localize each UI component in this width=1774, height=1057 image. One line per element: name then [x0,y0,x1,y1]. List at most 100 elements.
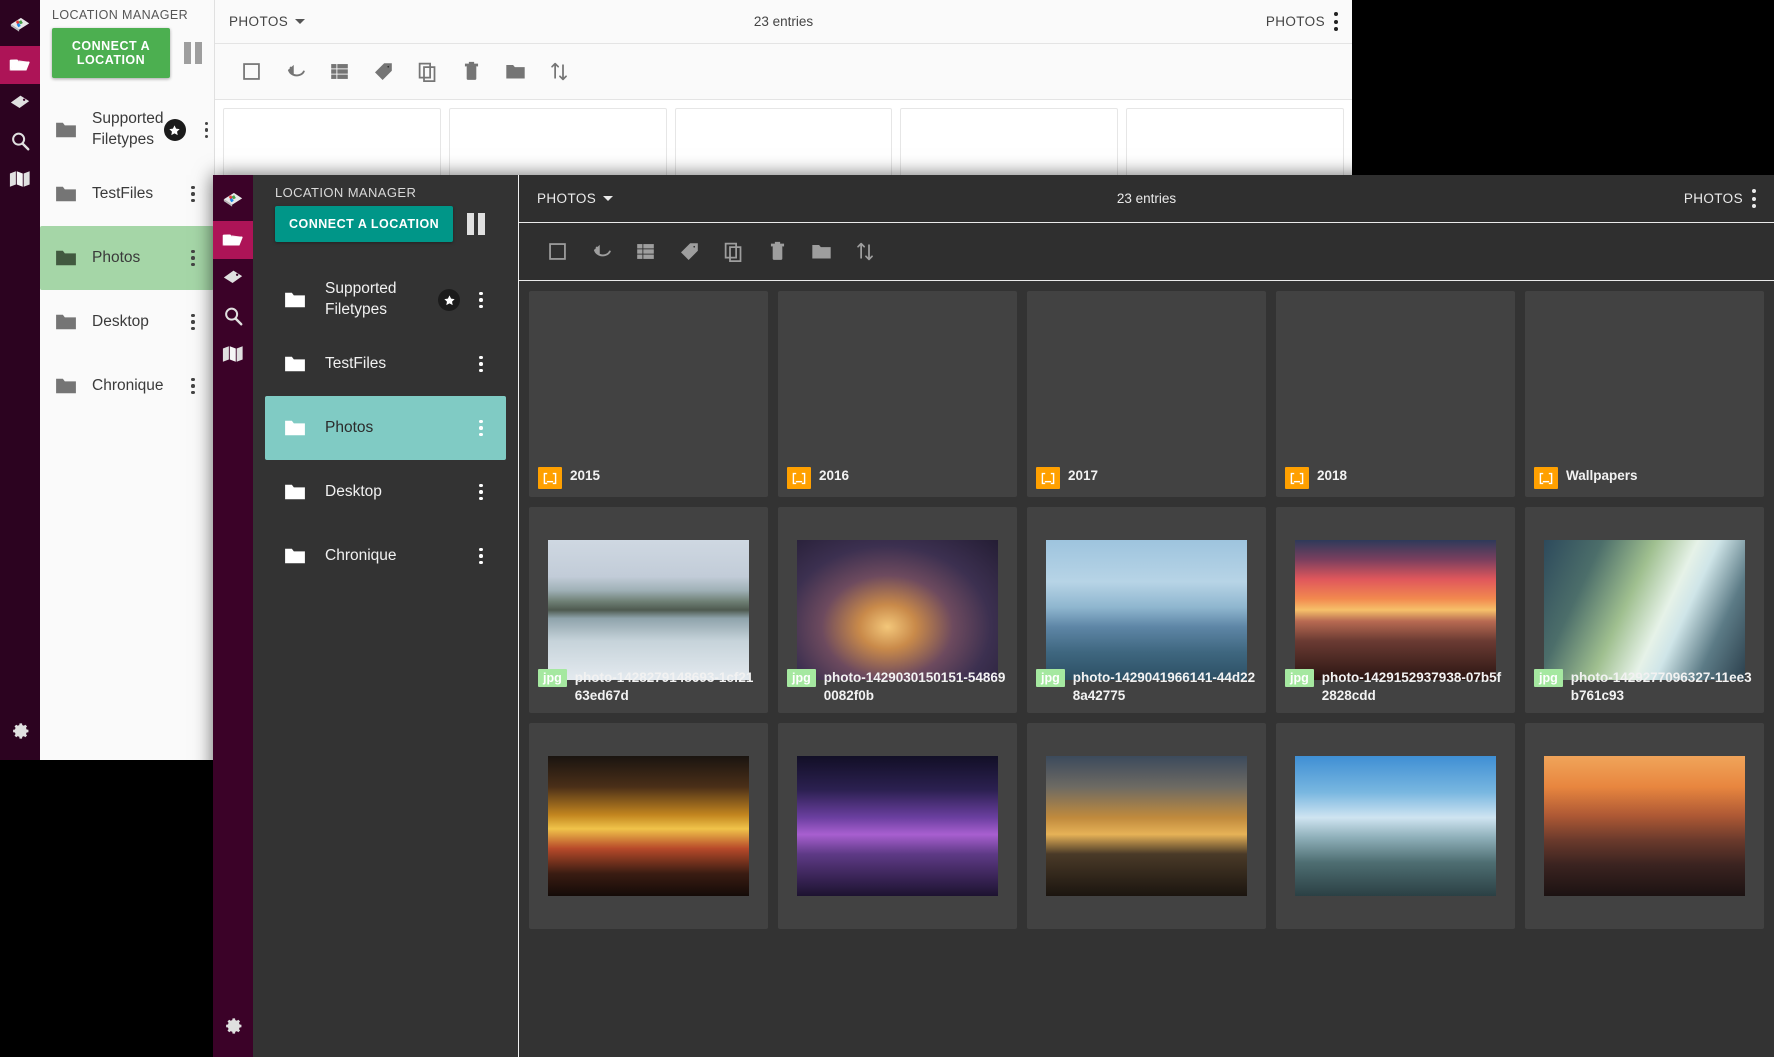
file-tile[interactable] [778,723,1017,929]
file-tile[interactable]: jpgphoto-1429030150151-548690082f0b [778,507,1017,713]
connect-a-location-button[interactable]: CONNECT A LOCATION [275,206,453,242]
rail-item-search[interactable] [213,297,253,335]
location-overflow-menu-icon[interactable] [470,548,492,565]
tile-label: jpgphoto-1429030150151-548690082f0b [778,661,1017,713]
thumbnail-preview [1295,540,1496,680]
folder-tile[interactable]: 2018 [1276,291,1515,497]
thumbnail-preview [548,756,749,896]
location-item-supported-filetypes[interactable]: Supported Filetypes [40,98,214,162]
overflow-menu-icon[interactable] [1752,189,1756,208]
location-overflow-menu-icon[interactable] [470,420,492,437]
location-item-supported-filetypes[interactable]: Supported Filetypes [265,268,506,332]
default-location-star-icon[interactable] [164,119,186,141]
new-folder-icon[interactable] [799,230,843,274]
app-logo-icon[interactable] [213,183,253,221]
folder-icon [40,185,92,203]
sort-icon[interactable] [843,230,887,274]
location-overflow-menu-icon[interactable] [470,484,492,501]
location-item-photos[interactable]: Photos [40,226,214,290]
location-item-label: Desktop [92,312,182,333]
browser-toolbar [519,223,1774,281]
rail-item-tags[interactable] [213,259,253,297]
tag-icon[interactable] [361,50,405,94]
gear-icon[interactable] [213,1005,253,1043]
undo-icon[interactable] [579,230,623,274]
location-overflow-menu-icon[interactable] [182,186,204,203]
rail-item-map[interactable] [213,335,253,373]
perspective-menu[interactable]: PHOTOS [1684,189,1756,208]
current-location-dropdown[interactable]: PHOTOS [537,191,613,206]
folder-icon [40,377,92,395]
perspective-menu[interactable]: PHOTOS [1266,12,1338,31]
location-item-desktop[interactable]: Desktop [265,460,506,524]
app-logo-icon[interactable] [0,8,40,46]
folder-tile[interactable]: 2016 [778,291,1017,497]
sort-icon[interactable] [537,50,581,94]
pause-icon[interactable] [184,42,202,64]
current-location-dropdown[interactable]: PHOTOS [229,14,305,29]
tile-name-label: photo-1429277096327-11ee3b761c93 [1571,669,1755,705]
folder-badge-icon [1285,467,1309,489]
copy-icon[interactable] [405,50,449,94]
rail-item-tags[interactable] [0,84,40,122]
location-manager-actions: CONNECT A LOCATION [253,206,518,258]
rail-item-locations[interactable] [213,221,253,259]
undo-icon[interactable] [273,50,317,94]
tile-name-label: 2017 [1068,467,1098,485]
file-tile[interactable]: jpgphoto-1429152937938-07b5f2828cdd [1276,507,1515,713]
file-tile[interactable] [1276,723,1515,929]
folder-tile[interactable]: Wallpapers [1525,291,1764,497]
location-overflow-menu-icon[interactable] [182,314,204,331]
location-item-chronique[interactable]: Chronique [265,524,506,588]
location-overflow-menu-icon[interactable] [470,356,492,373]
thumbnail-image [1525,723,1764,929]
location-item-photos[interactable]: Photos [265,396,506,460]
pause-icon[interactable] [467,213,485,235]
location-item-testfiles[interactable]: TestFiles [40,162,214,226]
folder-icon [265,419,325,437]
tile-name-label: photo-1429030150151-548690082f0b [824,669,1008,705]
file-tile[interactable]: jpgphoto-1428279148693-1cf2163ed67d [529,507,768,713]
location-overflow-menu-icon[interactable] [182,250,204,267]
delete-icon[interactable] [755,230,799,274]
folder-badge-icon [538,467,562,489]
location-list: Supported FiletypesTestFilesPhotos Deskto… [40,92,214,760]
file-tile[interactable] [1525,723,1764,929]
copy-icon[interactable] [711,230,755,274]
file-tile[interactable] [529,723,768,929]
list-view-icon[interactable] [623,230,667,274]
rail-item-locations[interactable] [0,46,40,84]
location-item-chronique[interactable]: Chronique [40,354,214,418]
list-view-icon[interactable] [317,50,361,94]
tag-icon[interactable] [667,230,711,274]
rail-item-search[interactable] [0,122,40,160]
default-location-star-icon[interactable] [438,289,460,311]
location-item-label: Desktop [325,482,470,503]
folder-tile[interactable]: 2017 [1027,291,1266,497]
nav-rail [0,0,40,760]
location-overflow-menu-icon[interactable] [196,122,214,139]
select-all-icon[interactable] [229,50,273,94]
filetype-badge: jpg [538,669,567,687]
folder-tile[interactable]: 2015 [529,291,768,497]
current-location-label: PHOTOS [229,14,288,29]
overflow-menu-icon[interactable] [1334,12,1338,31]
location-overflow-menu-icon[interactable] [182,378,204,395]
foreground-window-dark-theme[interactable]: LOCATION MANAGER CONNECT A LOCATION Supp… [213,175,1774,1057]
file-grid: 20152016 2017 2018Wallpapers jpgphoto-14282… [519,281,1774,1057]
select-all-icon[interactable] [535,230,579,274]
location-overflow-menu-icon[interactable] [470,292,492,309]
file-tile[interactable]: jpgphoto-1429277096327-11ee3b761c93 [1525,507,1764,713]
thumbnail-preview [1295,756,1496,896]
location-item-testfiles[interactable]: TestFiles [265,332,506,396]
gear-icon[interactable] [0,710,40,748]
folder-icon [40,313,92,331]
connect-a-location-button[interactable]: CONNECT A LOCATION [52,28,170,78]
new-folder-icon[interactable] [493,50,537,94]
file-tile[interactable]: jpgphoto-1429041966141-44d228a42775 [1027,507,1266,713]
rail-item-map[interactable] [0,160,40,198]
file-tile[interactable] [1027,723,1266,929]
location-item-desktop[interactable]: Desktop [40,290,214,354]
current-location-label: PHOTOS [537,191,596,206]
delete-icon[interactable] [449,50,493,94]
